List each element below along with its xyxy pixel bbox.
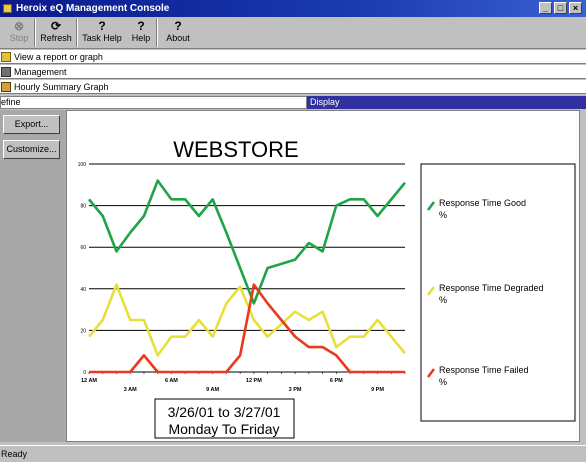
help-icon: ? bbox=[174, 19, 182, 33]
nav-row-management[interactable]: Management bbox=[0, 65, 586, 79]
chart-series bbox=[87, 179, 407, 374]
help-icon: ? bbox=[137, 19, 145, 33]
x-tick-label: 3 AM bbox=[124, 387, 137, 393]
folder-icon bbox=[1, 51, 11, 62]
x-tick-label: 12 AM bbox=[81, 378, 97, 384]
chart-title: WEBSTORE bbox=[173, 137, 299, 162]
maximize-button[interactable]: □ bbox=[554, 2, 567, 14]
close-button[interactable]: × bbox=[569, 2, 582, 14]
refresh-icon: ⟳ bbox=[50, 19, 62, 33]
tab-define[interactable]: efine bbox=[0, 96, 307, 109]
y-tick-label: 0 bbox=[83, 370, 86, 376]
customize-button[interactable]: Customize... bbox=[3, 140, 60, 159]
y-tick-label: 80 bbox=[80, 204, 86, 210]
tab-bar: efine Display bbox=[0, 96, 586, 109]
y-tick-label: 100 bbox=[78, 162, 87, 168]
window-title: Heroix eQ Management Console bbox=[16, 3, 170, 14]
graph-icon bbox=[1, 81, 11, 92]
date-range-label: 3/26/01 to 3/27/01 bbox=[168, 404, 281, 420]
help-icon: ? bbox=[98, 19, 106, 33]
side-panel: Export... Customize... bbox=[0, 110, 66, 442]
chart-gridlines bbox=[89, 163, 405, 373]
nav-row-view-report[interactable]: View a report or graph bbox=[0, 50, 586, 64]
x-tick-label: 9 PM bbox=[371, 387, 384, 393]
day-range-label: Monday To Friday bbox=[168, 421, 279, 437]
about-button[interactable]: ? About bbox=[158, 17, 198, 48]
minimize-button[interactable]: _ bbox=[539, 2, 552, 14]
chart-area: WEBSTORE 0 20 40 60 80 100 12 AM 6 AM 12 PM 6 PM… bbox=[66, 110, 580, 442]
book-icon bbox=[1, 66, 11, 77]
x-tick-label: 9 AM bbox=[206, 387, 219, 393]
task-help-button[interactable]: ? Task Help bbox=[78, 17, 126, 48]
tab-display[interactable]: Display bbox=[307, 96, 586, 109]
stop-icon: ⊗ bbox=[13, 19, 25, 33]
x-axis-ticks: 12 AM 6 AM 12 PM 6 PM 3 AM 9 AM 3 PM 9 PM bbox=[81, 372, 406, 393]
refresh-button[interactable]: ⟳ Refresh bbox=[36, 17, 76, 48]
y-tick-label: 60 bbox=[80, 245, 86, 251]
x-tick-label: 6 AM bbox=[165, 378, 178, 384]
hourly-summary-chart: WEBSTORE 0 20 40 60 80 100 12 AM 6 AM 12 PM 6 PM… bbox=[78, 137, 576, 439]
stop-button[interactable]: ⊗ Stop bbox=[4, 17, 34, 48]
series-line-1 bbox=[87, 179, 407, 305]
status-bar: Ready bbox=[0, 445, 586, 462]
help-button[interactable]: ? Help bbox=[126, 17, 156, 48]
title-bar: Heroix eQ Management Console _ □ × bbox=[0, 0, 586, 17]
vertical-scrollbar[interactable] bbox=[580, 110, 586, 442]
y-axis-ticks: 0 20 40 60 80 100 bbox=[78, 162, 87, 376]
window-controls: _ □ × bbox=[539, 2, 582, 14]
export-button[interactable]: Export... bbox=[3, 115, 60, 134]
x-tick-label: 3 PM bbox=[289, 387, 302, 393]
app-icon bbox=[3, 4, 12, 13]
x-tick-label: 12 PM bbox=[246, 378, 262, 384]
y-tick-label: 20 bbox=[80, 328, 86, 334]
toolbar: ⊗ Stop ⟳ Refresh ? Task Help ? Help ? Ab… bbox=[0, 17, 586, 49]
x-tick-label: 6 PM bbox=[330, 378, 343, 384]
series-line-3 bbox=[89, 283, 405, 374]
y-tick-label: 40 bbox=[80, 287, 86, 293]
nav-row-hourly-summary[interactable]: Hourly Summary Graph bbox=[0, 80, 586, 94]
